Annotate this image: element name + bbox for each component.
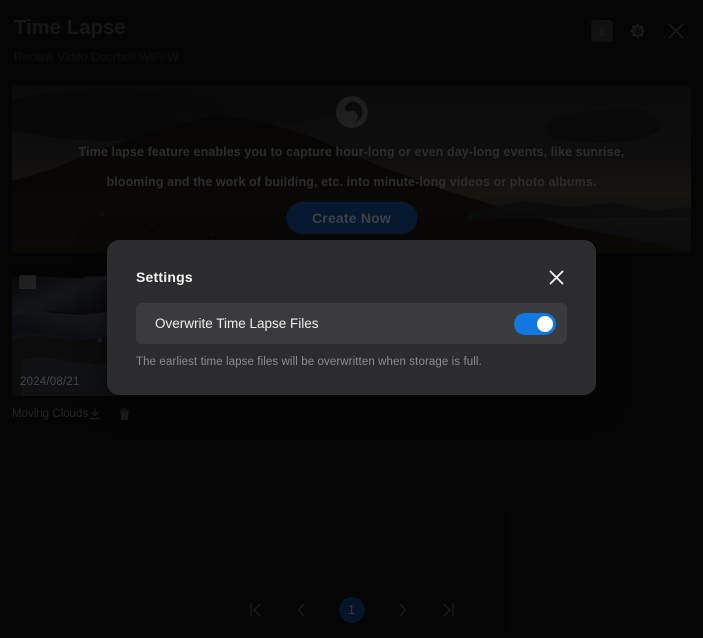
overwrite-setting-label: Overwrite Time Lapse Files xyxy=(155,316,319,331)
overwrite-toggle[interactable] xyxy=(514,312,556,335)
overwrite-setting-row: Overwrite Time Lapse Files xyxy=(136,303,567,344)
close-icon xyxy=(547,268,566,287)
toggle-knob xyxy=(537,315,553,332)
settings-dialog-header: Settings xyxy=(136,266,567,288)
settings-dialog-title: Settings xyxy=(136,269,193,285)
settings-dialog: Settings Overwrite Time Lapse Files The … xyxy=(107,240,596,395)
settings-dialog-close-button[interactable] xyxy=(545,266,567,288)
overwrite-setting-hint: The earliest time lapse files will be ov… xyxy=(136,356,482,368)
